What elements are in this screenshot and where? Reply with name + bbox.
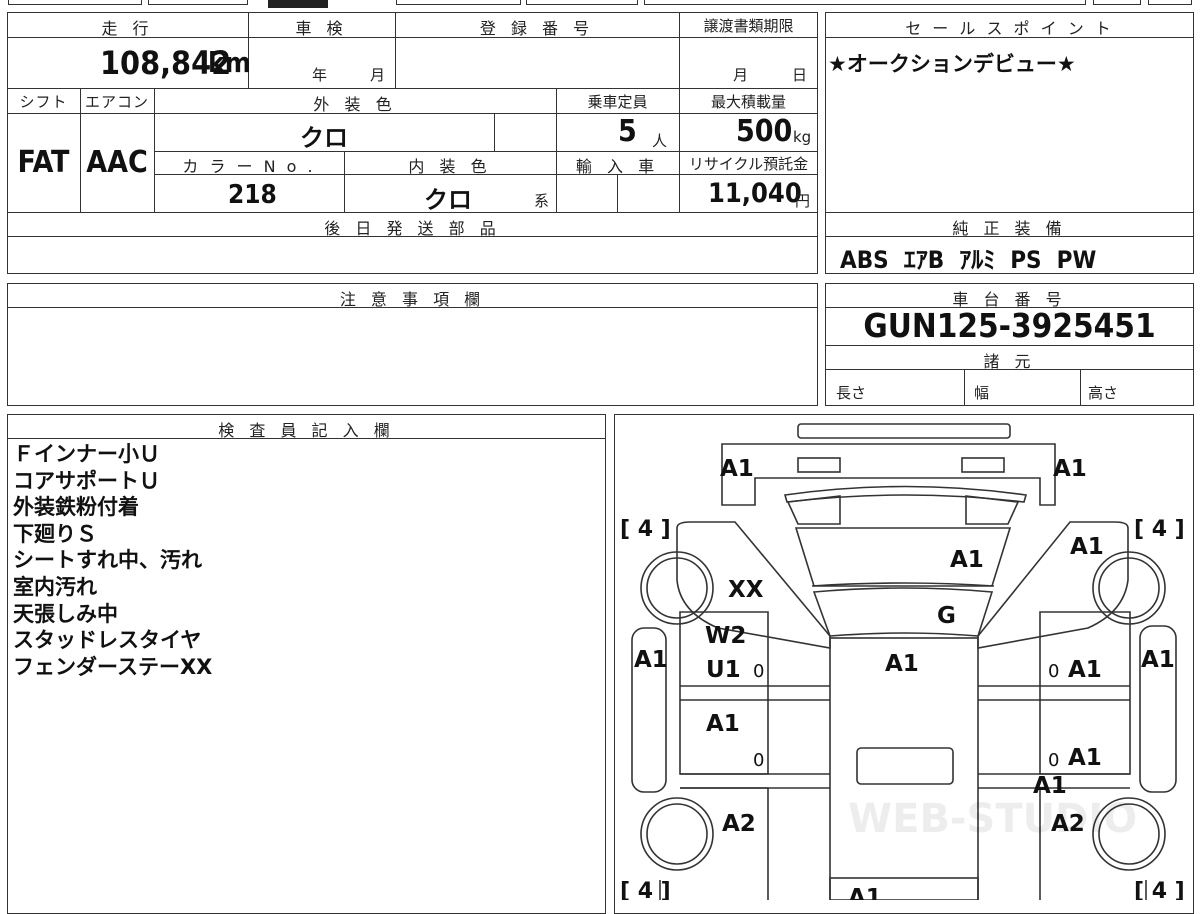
- registration-label: 登 録 番 号: [479, 19, 595, 38]
- right-rear-door-digit: 0: [1048, 750, 1059, 771]
- windshield-grade: G: [937, 603, 956, 629]
- interior-color-label: 内 装 色: [408, 157, 492, 176]
- color-no-label: カ ラ ー N o .: [182, 157, 316, 176]
- inspector-line: コアサポートＵ: [13, 468, 160, 493]
- recycle-label: リサイクル預託金: [688, 155, 809, 173]
- exterior-color-label: 外 装 色: [313, 95, 397, 114]
- specs-height: 高さ: [1088, 384, 1119, 402]
- left-rear-fender-grade: A2: [722, 811, 756, 837]
- interior-color-suffix: 系: [534, 192, 550, 210]
- inspector-line: 外装鉄粉付着: [13, 495, 139, 520]
- color-no-value: 218: [228, 180, 277, 210]
- right-rocker-grade: A1: [1141, 647, 1175, 673]
- tire-right-front: [ 4 ]: [1134, 517, 1185, 542]
- left-rear-door-grade: A1: [706, 711, 740, 737]
- left-front-door-digit: 0: [753, 661, 764, 682]
- shaken-month-unit: 月: [370, 66, 386, 84]
- sales-point-text: ★オークションデビュー★: [828, 52, 1076, 76]
- inspector-line: 下廻りＳ: [13, 521, 97, 546]
- left-rear-door-digit: 0: [753, 750, 764, 771]
- left-front-door-grade-1: W2: [705, 623, 746, 649]
- import-label: 輸 入 車: [575, 157, 660, 176]
- tire-left-front: [ 4 ]: [620, 517, 671, 542]
- mileage-unit: km: [208, 46, 251, 79]
- inspector-line: Ｆインナー小Ｕ: [13, 442, 160, 466]
- rear-roof-grade: A1: [1033, 773, 1067, 799]
- recycle-value: 11,040: [708, 178, 802, 209]
- transfer-month-unit: 月: [733, 66, 749, 84]
- specs-width: 幅: [974, 384, 990, 402]
- equipment-label: 純 正 装 備: [952, 219, 1067, 238]
- tire-right-rear: [ 4 ]: [1134, 879, 1185, 900]
- interior-color-value: クロ: [424, 186, 472, 214]
- max-load-value: 500: [736, 114, 793, 149]
- parts-later-label: 後 日 発 送 部 品: [324, 219, 501, 238]
- left-front-door-grade-2: U1: [706, 657, 741, 683]
- shift-label: シフト: [19, 93, 68, 111]
- roof-grade: A1: [885, 651, 919, 677]
- transfer-day-unit: 日: [792, 66, 808, 84]
- max-load-unit: kg: [793, 128, 812, 146]
- inspector-line: シートすれ中、汚れ: [13, 548, 202, 573]
- inspector-line: スタッドレスタイヤ: [13, 628, 202, 653]
- left-rocker-grade: A1: [634, 647, 668, 673]
- inspector-line: 天張しみ中: [13, 601, 118, 626]
- capacity-label: 乗車定員: [587, 93, 648, 111]
- exterior-color-value: クロ: [300, 124, 348, 152]
- shaken-label: 車 検: [295, 19, 348, 38]
- aircon-value: AAC: [86, 145, 148, 180]
- capacity-value: 5: [618, 114, 637, 149]
- right-front-door-digit: 0: [1048, 661, 1059, 682]
- vehicle-damage-diagram: WEB-STUDIO [ 4 ] [ 4 ] [ 4 ] [ 4 ] A1 A1…: [620, 423, 1185, 900]
- left-apron-grade: XX: [728, 577, 764, 603]
- chassis-value: GUN125-3925451: [863, 306, 1156, 345]
- inspector-line: フェンダーステーXX: [13, 654, 213, 679]
- diagram-watermark: WEB-STUDIO: [848, 796, 1137, 842]
- inspector-line: 室内汚れ: [13, 574, 97, 599]
- tailgate-grade: A1: [848, 885, 882, 900]
- mileage-label: 走 行: [101, 19, 154, 38]
- recycle-unit: 円: [795, 192, 811, 210]
- front-right-fender-grade: A1: [1070, 534, 1104, 560]
- sales-point-label: セ ー ル ス ポ イ ン ト: [905, 19, 1114, 38]
- front-right-corner-grade: A1: [1053, 456, 1087, 482]
- transfer-deadline-label: 譲渡書類期限: [703, 17, 794, 35]
- specs-length: 長さ: [836, 384, 867, 402]
- notes-label: 注 意 事 項 欄: [339, 290, 486, 309]
- right-rear-door-grade: A1: [1068, 745, 1102, 771]
- right-front-door-grade: A1: [1068, 657, 1102, 683]
- hood-grade: A1: [950, 547, 984, 573]
- capacity-unit: 人: [652, 132, 668, 150]
- equipment-items: ABS ｴｱB ｱﾙﾐ PS PW: [840, 246, 1097, 274]
- front-left-corner-grade: A1: [720, 456, 754, 482]
- inspector-label: 検 査 員 記 入 欄: [218, 421, 395, 440]
- max-load-label: 最大積載量: [710, 93, 786, 111]
- aircon-label: エアコン: [84, 93, 149, 111]
- right-rear-fender-grade: A2: [1051, 811, 1085, 837]
- shaken-year-unit: 年: [312, 66, 328, 84]
- specs-label: 諸 元: [983, 352, 1036, 371]
- tire-left-rear: [ 4 ]: [620, 879, 671, 900]
- shift-value: FAT: [17, 145, 70, 180]
